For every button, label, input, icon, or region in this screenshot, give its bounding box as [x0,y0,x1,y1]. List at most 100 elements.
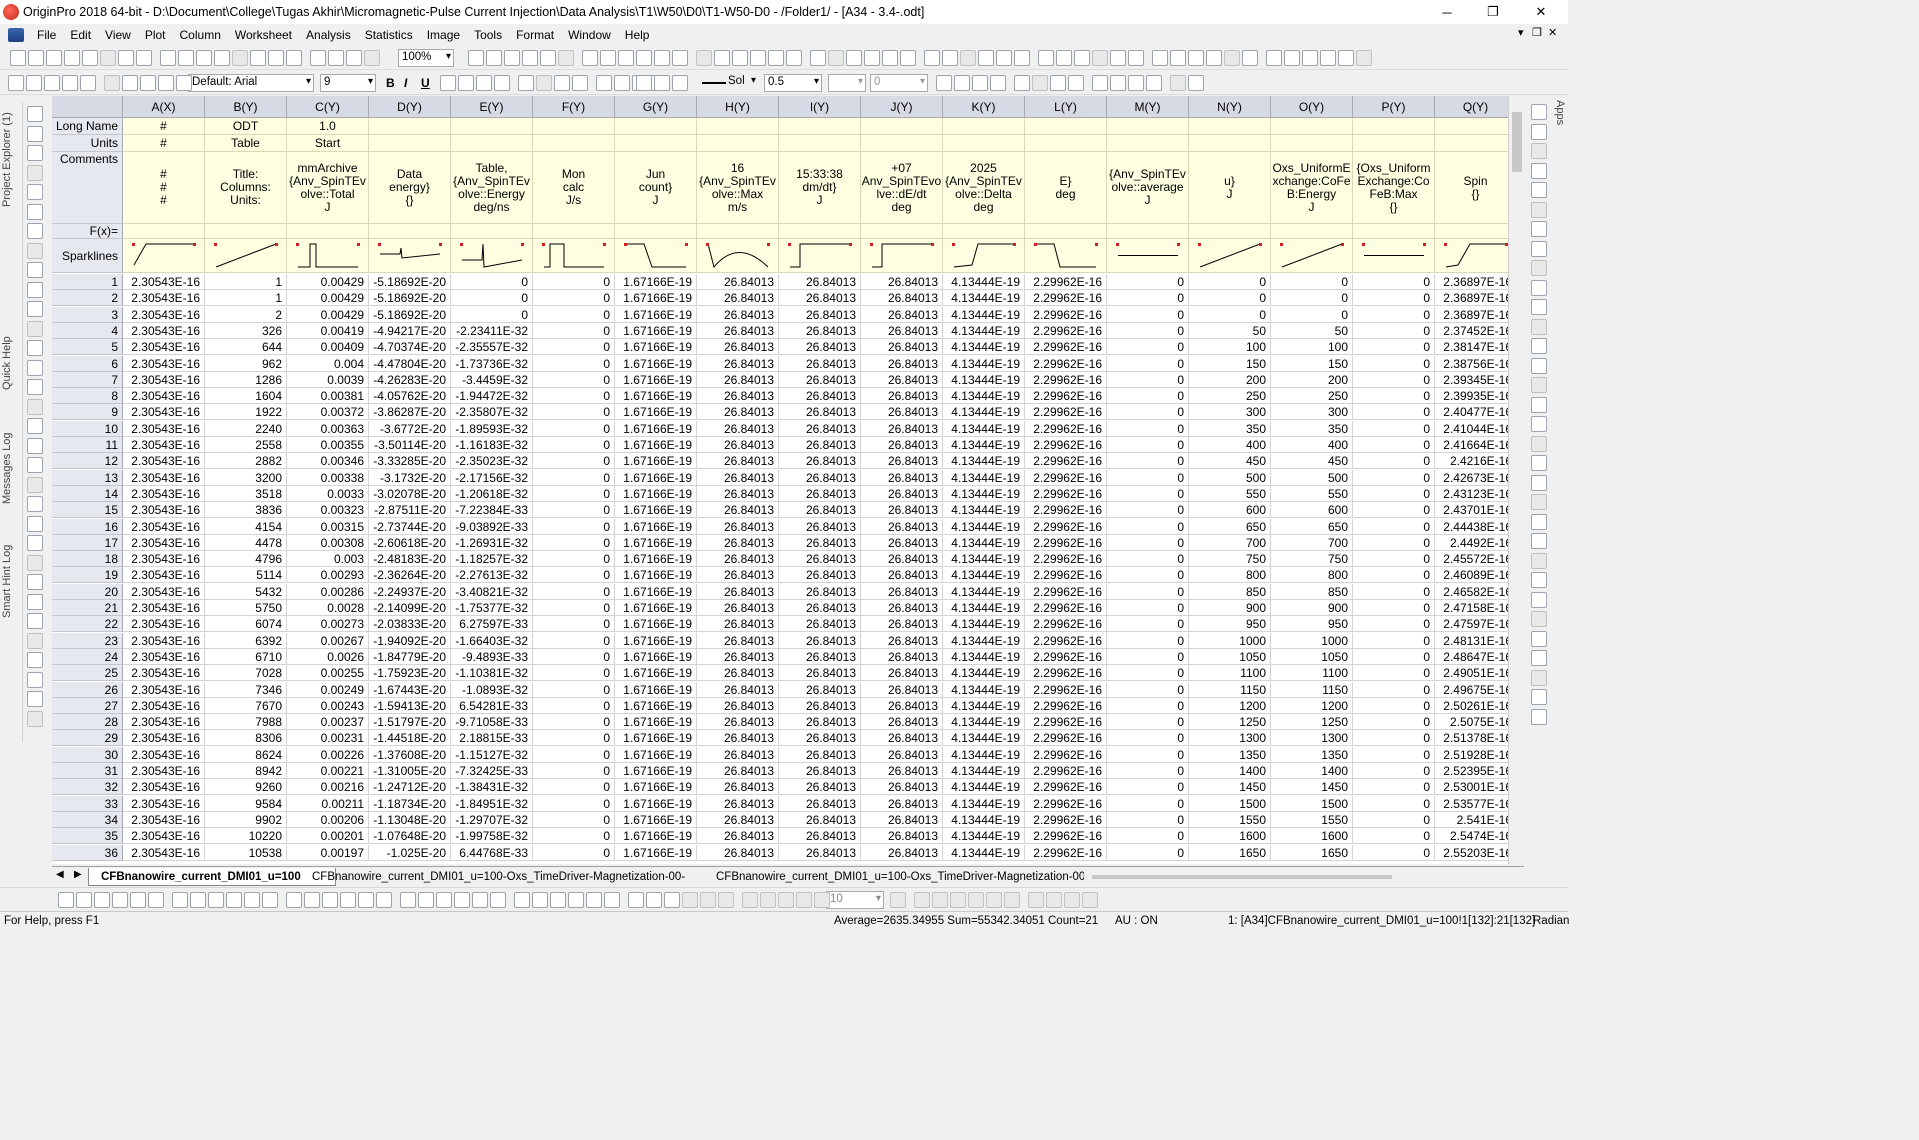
data-cell[interactable]: 0 [1353,453,1435,470]
comments-cell[interactable]: Jun count} J [615,152,697,224]
data-cell[interactable]: 0.0026 [287,648,369,665]
data-cell[interactable]: 800 [1189,567,1271,584]
data-cell[interactable]: 962 [205,355,287,372]
data-cell[interactable]: 1250 [1271,714,1353,731]
data-cell[interactable]: 1.67166E-19 [615,665,697,682]
data-cell[interactable]: 1600 [1271,828,1353,845]
data-cell[interactable]: 4.13444E-19 [943,795,1025,812]
data-cell[interactable]: 350 [1271,420,1353,437]
column-header-ny[interactable]: N(Y) [1189,96,1271,118]
data-cell[interactable]: 9584 [205,795,287,812]
data-cell[interactable]: 3836 [205,502,287,519]
toolbar-button-icon[interactable] [8,75,24,91]
toolbar-button-icon[interactable] [796,892,812,908]
data-cell[interactable]: 2.30543E-16 [123,600,205,616]
data-cell[interactable]: 2.30543E-16 [123,665,205,682]
select-all-corner[interactable] [52,96,123,118]
sparkline-cell[interactable] [1435,239,1508,273]
data-cell[interactable]: 1500 [1271,795,1353,812]
data-cell[interactable]: 2.43123E-16 [1435,485,1508,502]
data-cell[interactable]: 26.84013 [697,355,779,372]
data-cell[interactable]: 2.30543E-16 [123,469,205,486]
data-cell[interactable]: 0 [1107,339,1189,356]
toolbar-button-icon[interactable] [244,892,260,908]
data-cell[interactable]: 550 [1189,485,1271,502]
data-cell[interactable]: 0 [533,730,615,747]
toolbar-button-icon[interactable] [504,50,520,66]
data-cell[interactable]: 2.43701E-16 [1435,502,1508,519]
long-name-cell[interactable] [1025,118,1107,135]
data-cell[interactable]: 26.84013 [697,779,779,796]
data-cell[interactable]: 0 [1107,714,1189,731]
toolbar-button-icon[interactable] [214,50,230,66]
data-cell[interactable]: 0.00216 [287,779,369,796]
sparkline-cell[interactable] [861,239,943,273]
toolbar-button-icon[interactable] [586,892,602,908]
toolbar-button-icon[interactable] [950,892,966,908]
toolbar-button-icon[interactable] [1074,50,1090,66]
data-cell[interactable]: -5.18692E-20 [369,306,451,323]
row-header[interactable]: 4 [52,322,123,339]
data-cell[interactable]: 26.84013 [861,600,943,616]
data-cell[interactable]: -1.84779E-20 [369,648,451,665]
toolbar-button-icon[interactable] [176,75,192,91]
toolbar-button-icon[interactable] [250,50,266,66]
tool-button-icon[interactable] [1531,435,1547,452]
data-cell[interactable]: 0 [1353,306,1435,323]
data-cell[interactable]: 26.84013 [861,763,943,779]
data-cell[interactable]: 1.67166E-19 [615,274,697,290]
data-cell[interactable]: 1.67166E-19 [615,306,697,323]
toolbar-button-icon[interactable] [1092,75,1108,91]
toolbar-button-icon[interactable] [554,75,570,91]
data-cell[interactable]: 26.84013 [779,795,861,812]
data-cell[interactable]: 1.67166E-19 [615,648,697,665]
font-size-combo[interactable]: 9 [320,74,376,92]
font-combo[interactable]: Default: Arial [188,74,314,92]
data-cell[interactable]: 4.13444E-19 [943,779,1025,796]
row-header[interactable]: 13 [52,469,123,486]
column-header-ky[interactable]: K(Y) [943,96,1025,118]
data-cell[interactable]: -2.35807E-32 [451,404,533,421]
toolbar-button-icon[interactable] [178,50,194,66]
data-cell[interactable]: 100 [1189,339,1271,356]
toolbar-button-icon[interactable] [1092,50,1108,66]
data-cell[interactable]: 4.13444E-19 [943,828,1025,845]
bottom-size-combo[interactable]: 10 [826,891,884,909]
data-cell[interactable]: 0.003 [287,551,369,568]
column-header-dy[interactable]: D(Y) [369,96,451,118]
data-cell[interactable]: 0 [533,844,615,861]
column-header-py[interactable]: P(Y) [1353,96,1435,118]
data-cell[interactable]: 26.84013 [697,648,779,665]
data-cell[interactable]: 2.41044E-16 [1435,420,1508,437]
units-cell[interactable] [1107,135,1189,152]
sparkline-cell[interactable] [779,239,861,273]
tool-button-icon[interactable] [1531,162,1547,179]
data-cell[interactable]: 0.00429 [287,306,369,323]
data-cell[interactable]: 4.13444E-19 [943,746,1025,763]
vertical-scroll-thumb[interactable] [1512,112,1522,172]
data-cell[interactable]: 2.29962E-16 [1025,355,1107,372]
data-cell[interactable]: 4.13444E-19 [943,844,1025,861]
smart-hint-log-tab[interactable]: Smart Hint Log [1,536,17,626]
data-cell[interactable]: 2.30543E-16 [123,355,205,372]
formula-cell[interactable] [1107,224,1189,239]
data-cell[interactable]: 4.13444E-19 [943,274,1025,290]
comments-label[interactable]: Comments [52,152,123,224]
data-cell[interactable]: 4.13444E-19 [943,697,1025,714]
data-cell[interactable]: 26.84013 [861,811,943,828]
data-cell[interactable]: 2.30543E-16 [123,518,205,535]
data-cell[interactable]: 1400 [1271,763,1353,779]
data-cell[interactable]: 2.49051E-16 [1435,665,1508,682]
tool-button-icon[interactable] [27,418,43,434]
tool-button-icon[interactable] [27,691,43,707]
data-cell[interactable]: 550 [1271,485,1353,502]
row-header[interactable]: 24 [52,648,123,665]
data-cell[interactable]: 0 [1107,322,1189,339]
data-cell[interactable]: 2.29962E-16 [1025,746,1107,763]
data-cell[interactable]: 1.67166E-19 [615,828,697,845]
toolbar-button-icon[interactable] [140,75,156,91]
data-cell[interactable]: -3.02078E-20 [369,485,451,502]
data-cell[interactable]: 0 [533,485,615,502]
data-cell[interactable]: 4.13444E-19 [943,322,1025,339]
data-cell[interactable]: 26.84013 [779,404,861,421]
